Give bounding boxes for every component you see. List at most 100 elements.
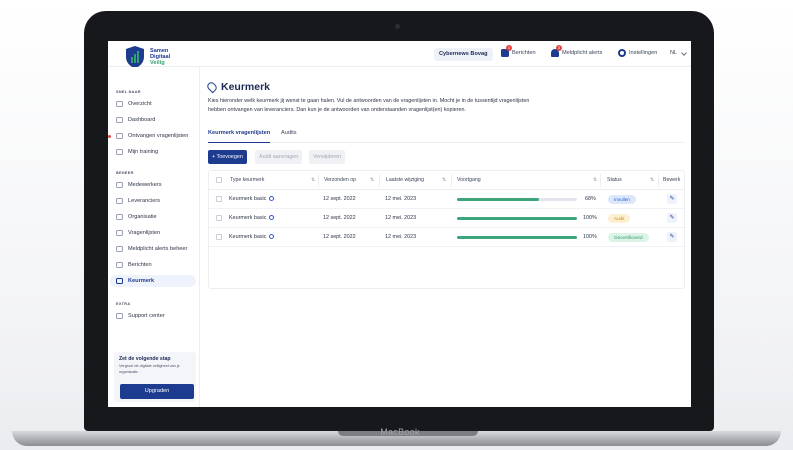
organisation-switcher[interactable]: Cybernews Bovag — [434, 48, 493, 61]
sidebar-item-mijn-training[interactable]: Mijn training — [110, 146, 196, 158]
sort-icon[interactable]: ⇅ — [593, 177, 597, 183]
notification-dot — [108, 135, 111, 138]
sidebar-item-leveranciers[interactable]: Leveranciers — [110, 195, 196, 207]
add-button[interactable]: + Toevoegen — [208, 150, 247, 164]
row-type-label: Keurmerk basic — [229, 215, 267, 221]
sidebar-item-label: Support center — [128, 313, 165, 319]
section-beheer: BEHEER — [116, 171, 134, 175]
column-divider — [600, 174, 601, 187]
row-type-label: Keurmerk basic — [229, 234, 267, 240]
table-row[interactable]: Keurmerk basic 12 sept. 2022 12 mei. 202… — [209, 209, 684, 228]
info-icon[interactable] — [269, 215, 275, 221]
message-icon — [116, 262, 123, 268]
column-header-edit: Bewerk — [663, 177, 681, 183]
upgrade-card: Zet de volgende stap Vergroot de digital… — [114, 352, 196, 402]
page-title-text: Keurmerk — [221, 81, 271, 93]
sidebar-item-label: Organisatie — [128, 214, 157, 220]
tab-audits[interactable]: Audits — [281, 129, 297, 143]
tab-keurmerk-vragenlijsten[interactable]: Keurmerk vragenlijsten — [208, 129, 271, 143]
row-changed: 12 mei. 2023 — [385, 215, 417, 221]
row-sent: 12 sept. 2022 — [323, 234, 356, 240]
status-badge: Gecertificeerd — [608, 233, 649, 242]
chevron-down-icon[interactable] — [681, 50, 687, 56]
delete-button[interactable]: Verwijderen — [309, 150, 346, 164]
row-changed: 12 mei. 2023 — [385, 196, 417, 202]
badge-icon — [116, 278, 123, 284]
row-type: Keurmerk basic — [229, 209, 275, 228]
column-header-type[interactable]: Type keurmerk — [230, 171, 264, 190]
info-icon[interactable] — [269, 196, 275, 202]
bell-icon: 3 — [551, 45, 562, 57]
column-header-progress[interactable]: Voortgang — [457, 171, 481, 190]
column-divider — [318, 174, 319, 187]
progress-bar — [457, 236, 577, 239]
alerts-count-badge: 3 — [556, 45, 562, 51]
alerts-button[interactable]: 3 Meldplicht alerts — [551, 45, 603, 57]
select-all-checkbox[interactable] — [216, 177, 222, 183]
row-changed: 12 mei. 2023 — [385, 234, 417, 240]
sidebar-item-dashboard[interactable]: Dashboard — [110, 114, 196, 126]
progress-fill — [457, 236, 577, 239]
edit-pencil-icon[interactable]: ✎ — [667, 213, 677, 223]
screen: Samen Digitaal Veilig Cybernews Bovag 1 … — [108, 41, 691, 407]
edit-pencil-icon[interactable]: ✎ — [667, 232, 677, 242]
device-brand-label: MacBook — [380, 427, 420, 437]
column-header-sent[interactable]: Verzonden op — [324, 171, 356, 190]
sidebar-item-ontvangen-vragenlijsten[interactable]: Ontvangen vragenlijsten — [108, 130, 196, 142]
messages-count-badge: 1 — [506, 45, 512, 51]
sidebar-item-label: Leveranciers — [128, 198, 161, 204]
upgrade-title: Zet de volgende stap — [119, 356, 171, 362]
request-audit-button[interactable]: Audit aanvragen — [255, 150, 303, 164]
column-header-changed[interactable]: Laatste wijziging — [386, 171, 424, 190]
status-badge: Invullen — [608, 195, 636, 204]
status-badge: Audit — [608, 214, 631, 223]
row-checkbox[interactable] — [216, 215, 222, 221]
row-type: Keurmerk basic — [229, 190, 275, 209]
keurmerk-table: Type keurmerk ⇅ Verzonden op ⇅ Laatste w… — [208, 170, 685, 289]
alerts-label: Meldplicht alerts — [562, 50, 603, 56]
info-icon[interactable] — [269, 234, 275, 240]
sidebar-item-support-center[interactable]: Support center — [110, 310, 196, 322]
row-type: Keurmerk basic — [229, 228, 275, 247]
table-row[interactable]: Keurmerk basic 12 sept. 2022 12 mei. 202… — [209, 190, 684, 209]
sidebar-item-vragenlijsten[interactable]: Vragenlijsten — [110, 227, 196, 239]
users-icon — [116, 182, 123, 188]
sidebar-item-organisatie[interactable]: Organisatie — [110, 211, 196, 223]
sidebar-item-label: Keurmerk — [128, 278, 155, 284]
sort-icon[interactable]: ⇅ — [311, 177, 315, 183]
upgrade-button[interactable]: Upgraden — [120, 384, 194, 399]
progress-label: 100% — [583, 215, 597, 221]
column-header-status[interactable]: Status — [607, 171, 622, 190]
page-intro: Kies hieronder welk keurmerk jij wenst t… — [208, 98, 530, 113]
section-extra: EXTRA — [116, 302, 131, 306]
tab-bar: Keurmerk vragenlijsten Audits — [208, 129, 685, 143]
logo[interactable]: Samen Digitaal Veilig — [124, 45, 170, 69]
sidebar-item-berichten[interactable]: Berichten — [110, 259, 196, 271]
language-select[interactable]: NL — [670, 50, 677, 56]
sidebar-item-label: Berichten — [128, 262, 152, 268]
row-sent: 12 sept. 2022 — [323, 196, 356, 202]
laptop-bezel: Samen Digitaal Veilig Cybernews Bovag 1 … — [84, 11, 714, 431]
row-checkbox[interactable] — [216, 234, 222, 240]
edit-pencil-icon[interactable]: ✎ — [667, 194, 677, 204]
truck-icon — [116, 198, 123, 204]
settings-label: Instellingen — [629, 50, 658, 56]
sort-icon[interactable]: ⇅ — [370, 177, 374, 183]
row-checkbox[interactable] — [216, 196, 222, 202]
section-snel-naar: SNEL NAAR — [116, 90, 141, 94]
shield-logo-icon — [126, 46, 144, 68]
envelope-icon: 1 — [501, 45, 512, 57]
settings-button[interactable]: Instellingen — [618, 49, 657, 57]
sort-icon[interactable]: ⇅ — [650, 177, 654, 183]
progress-fill — [457, 217, 577, 220]
sidebar-item-medewerkers[interactable]: Medewerkers — [110, 179, 196, 191]
sidebar-item-keurmerk[interactable]: Keurmerk — [110, 275, 196, 287]
sidebar-item-overzicht[interactable]: Overzicht — [110, 98, 196, 110]
messages-button[interactable]: 1 Berichten — [501, 45, 536, 57]
scene: Samen Digitaal Veilig Cybernews Bovag 1 … — [0, 0, 793, 450]
dashboard-icon — [116, 117, 123, 123]
sidebar-item-label: Medewerkers — [128, 182, 162, 188]
table-row[interactable]: Keurmerk basic 12 sept. 2022 12 mei. 202… — [209, 228, 684, 247]
sidebar-item-meldplicht-alerts-beheer[interactable]: Meldplicht alerts beheer — [110, 243, 196, 255]
sort-icon[interactable]: ⇅ — [442, 177, 446, 183]
